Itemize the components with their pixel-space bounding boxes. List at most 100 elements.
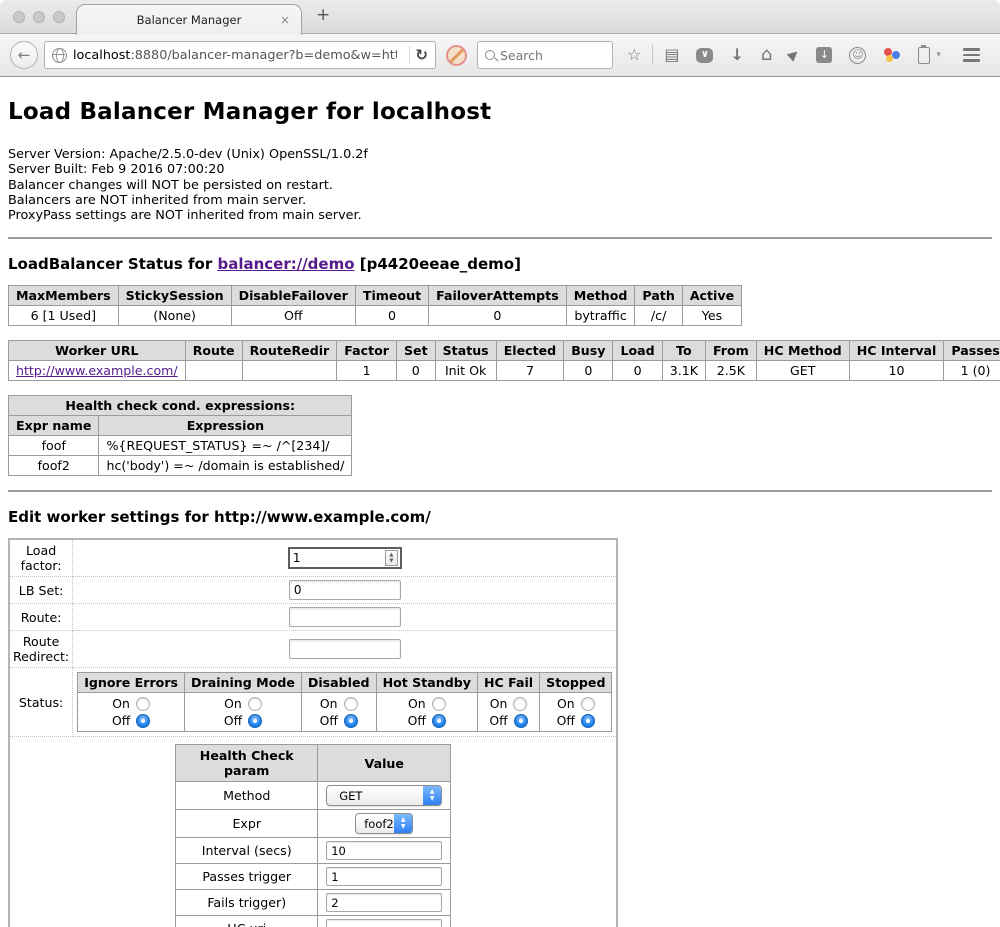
fails-input[interactable] — [326, 893, 442, 912]
spinner-down-icon[interactable]: ▼ — [389, 558, 393, 564]
feedback-smiley-icon[interactable]: ☺ — [849, 47, 866, 64]
page-title: Load Balancer Manager for localhost — [8, 99, 992, 125]
home-icon[interactable]: ⌂ — [761, 47, 772, 63]
bookmark-star-icon[interactable]: ☆ — [627, 47, 641, 63]
draining-mode-off-radio[interactable] — [248, 714, 262, 728]
search-bar[interactable] — [477, 41, 613, 69]
col-worker-url: Worker URL — [9, 341, 186, 361]
table-row: 6 [1 Used] (None) Off 0 0 bytraffic /c/ … — [9, 306, 742, 326]
persist-note-line: Balancer changes will NOT be persisted o… — [8, 178, 992, 193]
pocket-icon[interactable]: ∨ — [696, 48, 713, 63]
new-tab-button[interactable]: + — [316, 5, 330, 25]
cell-expr-name: foof2 — [9, 456, 99, 476]
hot-standby-on-radio[interactable] — [432, 697, 446, 711]
minimize-window-button[interactable] — [33, 11, 45, 23]
hc-row-method: Method GET▲▼ — [176, 782, 451, 810]
on-label: On — [112, 696, 130, 711]
adblock-disabled-icon[interactable] — [446, 45, 467, 66]
extension-dots-icon[interactable] — [883, 46, 901, 64]
method-select[interactable]: GET▲▼ — [326, 785, 442, 806]
interval-cell — [318, 838, 451, 864]
hc-fail-on-radio[interactable] — [513, 697, 527, 711]
route-redirect-input[interactable] — [289, 639, 401, 659]
cell-path: /c/ — [635, 306, 682, 326]
cell-expr-name: foof — [9, 436, 99, 456]
ignore-errors-on-radio[interactable] — [136, 697, 150, 711]
stopped-on-radio[interactable] — [581, 697, 595, 711]
route-input[interactable] — [289, 607, 401, 627]
col-elected: Elected — [496, 341, 564, 361]
cell-timeout: 0 — [355, 306, 428, 326]
col-hot-standby: Hot Standby — [376, 673, 477, 693]
balancer-demo-link[interactable]: balancer://demo — [217, 255, 354, 273]
close-window-button[interactable] — [13, 11, 25, 23]
cell-stickysession: (None) — [118, 306, 231, 326]
passes-input[interactable] — [326, 867, 442, 886]
form-row-load-factor: Load factor: ▲▼ — [9, 539, 617, 577]
cell-load: 0 — [613, 361, 662, 381]
status-cell: Ignore Errors Draining Mode Disabled Hot… — [73, 668, 618, 737]
lb-set-input[interactable] — [289, 580, 401, 600]
url-domain: localhost — [73, 48, 130, 63]
globe-icon — [52, 48, 67, 63]
off-label: Off — [224, 713, 242, 728]
interval-input[interactable] — [326, 841, 442, 860]
send-plane-icon[interactable]: ▶ — [785, 46, 803, 65]
hc-fail-off-radio[interactable] — [514, 714, 528, 728]
search-input[interactable] — [500, 48, 600, 63]
draining-mode-on-radio[interactable] — [248, 697, 262, 711]
back-button[interactable]: ← — [10, 41, 38, 69]
col-hc-interval: HC Interval — [849, 341, 944, 361]
tab-balancer-manager[interactable]: Balancer Manager × — [76, 4, 302, 35]
table-row: On Off On Off On Off — [78, 693, 612, 732]
server-info: Server Version: Apache/2.5.0-dev (Unix) … — [8, 147, 992, 223]
menu-hamburger-icon[interactable] — [963, 48, 980, 62]
worker-url-link[interactable]: http://www.example.com/ — [16, 363, 178, 378]
reload-icon[interactable]: ↻ — [415, 46, 428, 64]
load-factor-input[interactable] — [290, 551, 385, 565]
table-header-row: Worker URL Route RouteRedir Factor Set S… — [9, 341, 1000, 361]
hc-fail-radios: On Off — [477, 693, 539, 732]
expr-select-value: foof2 — [364, 817, 394, 831]
method-cell: GET▲▼ — [318, 782, 451, 810]
cell-status: Init Ok — [435, 361, 496, 381]
tab-close-icon[interactable]: × — [280, 13, 290, 27]
battery-dropdown-caret-icon[interactable]: ▾ — [936, 50, 941, 60]
url-bar[interactable]: localhost:8880/balancer-manager?b=demo&w… — [44, 41, 436, 69]
extension-download-icon[interactable]: ↓ — [816, 47, 832, 63]
ignore-errors-off-radio[interactable] — [136, 714, 150, 728]
col-route: Route — [185, 341, 242, 361]
radio-off-row: Off — [191, 712, 295, 729]
col-maxmembers: MaxMembers — [9, 286, 119, 306]
number-spinner-icon[interactable]: ▲▼ — [385, 550, 398, 566]
lb-set-label: LB Set: — [9, 577, 73, 604]
radio-on-row: On — [383, 695, 471, 712]
load-factor-input-wrap: ▲▼ — [288, 547, 402, 569]
col-passes: Passes — [944, 341, 1000, 361]
col-method: Method — [566, 286, 635, 306]
hc-uri-input[interactable] — [326, 919, 442, 927]
expr-select[interactable]: foof2▲▼ — [355, 813, 413, 834]
disabled-radios: On Off — [301, 693, 376, 732]
zoom-window-button[interactable] — [53, 11, 65, 23]
device-battery-icon[interactable] — [918, 47, 930, 64]
status-label: Status: — [9, 668, 73, 737]
radio-on-row: On — [84, 695, 178, 712]
stopped-off-radio[interactable] — [581, 714, 595, 728]
hot-standby-off-radio[interactable] — [432, 714, 446, 728]
col-hc-method: HC Method — [756, 341, 849, 361]
radio-off-row: Off — [383, 712, 471, 729]
url-text[interactable]: localhost:8880/balancer-manager?b=demo&w… — [73, 48, 397, 63]
divider — [8, 490, 992, 492]
disabled-on-radio[interactable] — [344, 697, 358, 711]
cell-route — [185, 361, 242, 381]
col-disabled: Disabled — [301, 673, 376, 693]
on-label: On — [557, 696, 575, 711]
window-controls[interactable] — [13, 11, 65, 23]
downloads-icon[interactable]: ↓ — [730, 47, 743, 63]
cell-routeredir — [242, 361, 337, 381]
ignore-errors-radios: On Off — [78, 693, 185, 732]
disabled-off-radio[interactable] — [344, 714, 358, 728]
reading-list-icon[interactable]: ▤ — [664, 47, 679, 63]
interval-label: Interval (secs) — [176, 838, 318, 864]
